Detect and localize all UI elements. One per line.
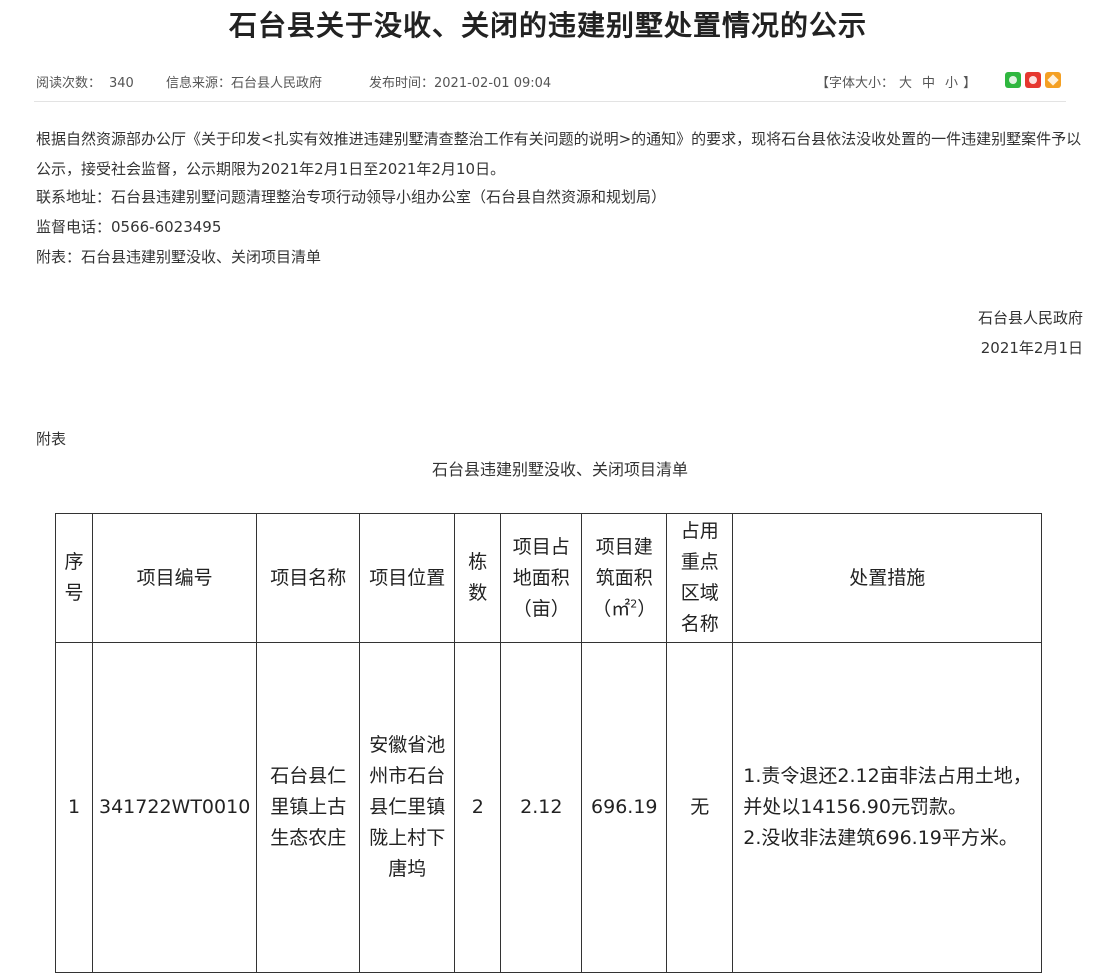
source-value: 石台县人民政府 (231, 76, 323, 91)
intro-text: 根据自然资源部办公厅《关于印发<扎实有效推进违建别墅清查整治工作有关问题的说明>… (36, 130, 1082, 178)
cell-seq: 1 (55, 642, 93, 973)
font-size-control: 【字体大小： 大中小】 (816, 72, 976, 91)
header-seq: 序号 (55, 513, 93, 643)
cell-land-area: 2.12 (500, 642, 583, 973)
cell-name: 石台县仁里镇上古生态农庄 (256, 642, 361, 973)
header-floor-area: 项目建筑面积（㎡2） (581, 513, 668, 643)
meta-divider (34, 101, 1066, 102)
article-meta: 阅读次数： 340 信息来源：石台县人民政府 发布时间：2021-02-01 09… (36, 72, 1066, 92)
header-location: 项目位置 (359, 513, 456, 643)
signature-org: 石台县人民政府 (977, 309, 1083, 327)
appendix-label: 附表 (36, 430, 67, 448)
cell-floor-area: 696.19 (581, 642, 668, 973)
views-label: 阅读次数： (36, 76, 102, 91)
published-label: 发布时间： (369, 76, 435, 91)
measure-item-1: 1.责令退还2.12亩非法占用土地，并处以14156.90元罚款。 (743, 765, 1032, 818)
measure-item-2: 2.没收非法建筑696.19平方米。 (743, 827, 1018, 849)
header-floor-area-suffix: ） (637, 597, 657, 620)
cell-measures: 1.责令退还2.12亩非法占用土地，并处以14156.90元罚款。 2.没收非法建… (732, 642, 1043, 973)
cell-buildings: 2 (454, 642, 502, 973)
font-medium-button[interactable]: 中 (922, 76, 935, 91)
views-count: 340 (109, 76, 134, 91)
weibo-icon[interactable] (1025, 72, 1041, 88)
source-info: 信息来源：石台县人民政府 (166, 72, 322, 91)
publish-info: 发布时间：2021-02-01 09:04 (369, 72, 551, 91)
attachment-note: 附表：石台县违建别墅没收、关闭项目清单 (36, 248, 322, 266)
header-buildings: 栋数 (454, 513, 502, 643)
header-land-area: 项目占地面积（亩） (500, 513, 583, 643)
favorite-icon[interactable] (1045, 72, 1061, 88)
views-info: 阅读次数： 340 (36, 72, 134, 91)
header-measures: 处置措施 (732, 513, 1043, 643)
contact-address: 联系地址：石台县违建别墅问题清理整治专项行动领导小组办公室（石台县自然资源和规划… (36, 188, 667, 206)
table-header-row: 序号 项目编号 项目名称 项目位置 栋数 项目占地面积（亩） 项目建筑面积（㎡2… (55, 513, 1043, 643)
font-size-end: 】 (963, 76, 977, 91)
share-bar (1005, 72, 1061, 88)
wechat-icon[interactable] (1005, 72, 1021, 88)
published-value: 2021-02-01 09:04 (434, 76, 552, 91)
font-small-button[interactable]: 小 (945, 76, 958, 91)
font-size-label: 【字体大小： (816, 76, 895, 91)
intro-paragraph: 根据自然资源部办公厅《关于印发<扎实有效推进违建别墅清查整治工作有关问题的说明>… (36, 124, 1084, 184)
cell-code: 341722WT0010 (91, 642, 258, 973)
source-label: 信息来源： (166, 76, 232, 91)
header-name: 项目名称 (256, 513, 361, 643)
signature-date: 2021年2月1日 (980, 339, 1083, 357)
project-table: 序号 项目编号 项目名称 项目位置 栋数 项目占地面积（亩） 项目建筑面积（㎡2… (55, 513, 1043, 973)
cell-key-area: 无 (666, 642, 734, 973)
cell-location: 安徽省池州市石台县仁里镇陇上村下唐坞 (359, 642, 456, 973)
header-key-area: 占用重点区域名称 (666, 513, 734, 643)
table-caption: 石台县违建别墅没收、关闭项目清单 (431, 460, 688, 479)
table-row: 1 341722WT0010 石台县仁里镇上古生态农庄 安徽省池州市石台县仁里镇… (55, 642, 1043, 973)
article-title: 石台县关于没收、关闭的违建别墅处置情况的公示 (228, 9, 867, 42)
supervision-phone: 监督电话：0566-6023495 (36, 218, 222, 236)
header-code: 项目编号 (91, 513, 258, 643)
font-large-button[interactable]: 大 (899, 76, 912, 91)
